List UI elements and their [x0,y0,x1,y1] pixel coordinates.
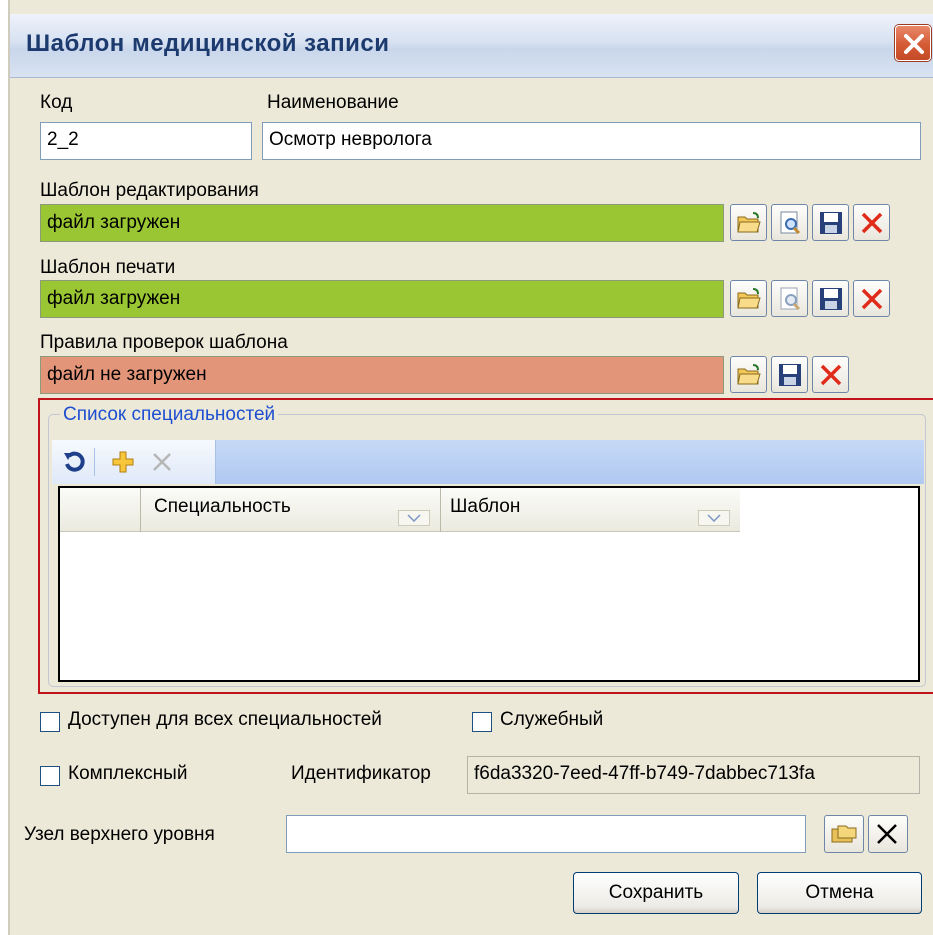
complex-checkbox[interactable] [40,766,60,786]
title-bar[interactable]: Шаблон медицинской записи [10,14,933,78]
check-rules-save-button[interactable] [771,356,808,393]
toolbar-separator [94,448,95,476]
window-title: Шаблон медицинской записи [26,30,390,57]
identifier-label: Идентификатор [291,763,431,784]
parent-node-browse-button[interactable] [824,815,864,853]
toolbar-buttons [52,440,216,484]
print-template-open-button[interactable] [730,280,767,317]
code-input[interactable]: 2_2 [40,122,252,160]
service-label: Служебный [500,709,604,730]
template-filter-button[interactable] [698,510,730,526]
edit-template-status: файл загружен [40,204,724,242]
edit-template-delete-button[interactable] [853,204,890,241]
parent-node-input[interactable] [286,815,806,853]
specialty-filter-button[interactable] [398,510,430,526]
specialties-grid[interactable]: Специальность Шаблон [58,486,920,682]
print-template-save-button[interactable] [812,280,849,317]
check-rules-label: Правила проверок шаблона [40,332,288,353]
grid-header: Специальность Шаблон [60,488,740,532]
column-separator [140,488,141,532]
cancel-button[interactable]: Отмена [757,872,922,914]
identifier-field: f6da3320-7eed-47ff-b749-7dabbec713fa [467,756,920,794]
complex-label: Комплексный [68,763,188,784]
check-rules-delete-button[interactable] [812,356,849,393]
name-label: Наименование [267,92,399,113]
edit-template-label: Шаблон редактирования [40,180,259,201]
service-checkbox[interactable] [472,712,492,732]
specialties-title: Список специальностей [60,404,279,426]
add-plus-icon[interactable] [110,449,136,481]
specialties-group: Список специальностей Специальность Шабл… [38,398,933,694]
column-header-template[interactable]: Шаблон [450,496,520,518]
print-template-delete-button[interactable] [853,280,890,317]
all-specialties-label: Доступен для всех специальностей [68,709,382,730]
parent-node-clear-button[interactable] [868,815,908,853]
parent-node-label: Узел верхнего уровня [24,824,215,845]
column-separator [440,488,441,532]
column-header-specialty[interactable]: Специальность [154,496,291,518]
edit-template-save-button[interactable] [812,204,849,241]
close-button[interactable] [895,25,931,61]
edit-template-open-button[interactable] [730,204,767,241]
print-template-preview-button[interactable] [771,280,808,317]
print-template-label: Шаблон печати [40,257,176,278]
code-label: Код [40,92,73,113]
edit-template-preview-button[interactable] [771,204,808,241]
name-input[interactable]: Осмотр невролога [262,122,921,160]
delete-x-icon[interactable] [150,450,174,480]
check-rules-open-button[interactable] [730,356,767,393]
refresh-icon[interactable] [62,450,86,480]
print-template-status: файл загружен [40,280,724,318]
check-rules-status: файл не загружен [40,356,724,394]
all-specialties-checkbox[interactable] [40,712,60,732]
save-button[interactable]: Сохранить [573,872,739,914]
specialties-toolbar [52,440,924,484]
dialog-window: Шаблон медицинской записи Код Наименован… [8,0,933,935]
